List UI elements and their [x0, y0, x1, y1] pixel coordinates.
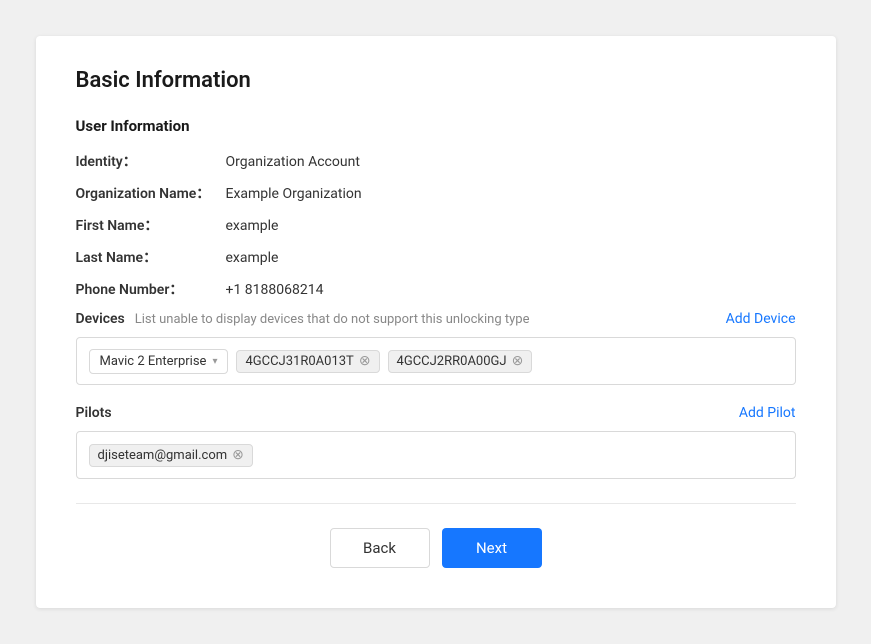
pilots-box: djiseteam@gmail.com ⊗: [76, 431, 796, 479]
buttons-row: Back Next: [76, 528, 796, 568]
device-tag-2: 4GCCJ2RR0A00GJ ⊗: [388, 350, 533, 373]
pilots-section: Pilots Add Pilot djiseteam@gmail.com ⊗: [76, 405, 796, 479]
device-model-label: Mavic 2 Enterprise: [100, 354, 207, 369]
main-card: Basic Information User Information Ident…: [36, 36, 836, 608]
pilot-tag-1-value: djiseteam@gmail.com: [98, 448, 228, 463]
org-name-value: Example Organization: [226, 186, 362, 202]
identity-label: Identity：: [76, 151, 226, 171]
phone-value: +1 8188068214: [226, 282, 324, 298]
org-name-row: Organization Name： Example Organization: [76, 183, 796, 203]
devices-label: Devices: [76, 311, 125, 327]
phone-label: Phone Number：: [76, 279, 226, 299]
device-tag-1: 4GCCJ31R0A013T ⊗: [236, 350, 379, 373]
device-tag-1-remove[interactable]: ⊗: [359, 354, 371, 368]
page-title: Basic Information: [76, 68, 796, 93]
pilots-label: Pilots: [76, 405, 112, 421]
chevron-down-icon: ▾: [212, 356, 217, 367]
first-name-label: First Name：: [76, 215, 226, 235]
divider: [76, 503, 796, 504]
devices-header: Devices List unable to display devices t…: [76, 311, 796, 327]
identity-row: Identity： Organization Account: [76, 151, 796, 171]
devices-box: Mavic 2 Enterprise ▾ 4GCCJ31R0A013T ⊗ 4G…: [76, 337, 796, 385]
back-button[interactable]: Back: [330, 528, 430, 568]
org-name-label: Organization Name：: [76, 183, 226, 203]
add-pilot-link[interactable]: Add Pilot: [739, 405, 796, 421]
pilot-tag-1-remove[interactable]: ⊗: [232, 448, 244, 462]
pilots-header: Pilots Add Pilot: [76, 405, 796, 421]
first-name-row: First Name： example: [76, 215, 796, 235]
first-name-value: example: [226, 218, 279, 234]
phone-row: Phone Number： +1 8188068214: [76, 279, 796, 299]
devices-hint: List unable to display devices that do n…: [135, 312, 530, 327]
devices-left: Devices List unable to display devices t…: [76, 311, 530, 327]
last-name-value: example: [226, 250, 279, 266]
add-device-link[interactable]: Add Device: [726, 311, 796, 327]
device-tag-1-value: 4GCCJ31R0A013T: [245, 354, 353, 369]
section-title: User Information: [76, 117, 796, 135]
pilot-tag-1: djiseteam@gmail.com ⊗: [89, 444, 253, 467]
device-model-select[interactable]: Mavic 2 Enterprise ▾: [89, 349, 229, 374]
identity-value: Organization Account: [226, 154, 360, 170]
device-tag-2-value: 4GCCJ2RR0A00GJ: [397, 354, 507, 369]
next-button[interactable]: Next: [442, 528, 542, 568]
device-tag-2-remove[interactable]: ⊗: [512, 354, 524, 368]
last-name-row: Last Name： example: [76, 247, 796, 267]
last-name-label: Last Name：: [76, 247, 226, 267]
